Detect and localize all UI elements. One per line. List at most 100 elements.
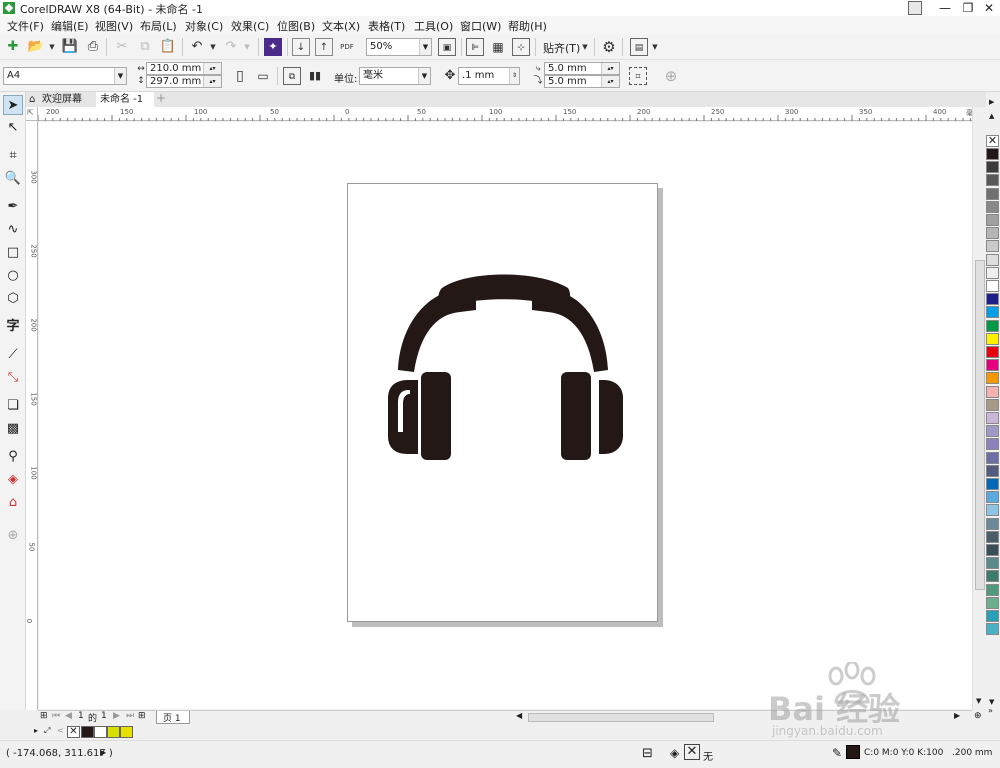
spin-arrows-icon[interactable]: ▴▾: [601, 76, 619, 87]
paper-size-select[interactable]: A4 ▼: [3, 67, 127, 85]
show-rulers-icon[interactable]: ⊫: [466, 38, 484, 56]
palette-swatch[interactable]: [986, 517, 999, 530]
options-gear-icon[interactable]: ⚙: [600, 38, 618, 56]
palette-swatch[interactable]: [986, 240, 999, 253]
menu-help[interactable]: 帮助(H): [508, 18, 547, 34]
palette-swatch[interactable]: [986, 478, 999, 490]
units-select[interactable]: 毫米 ▼: [359, 67, 431, 85]
show-guidelines-icon[interactable]: ⊹: [512, 38, 530, 56]
tab-document[interactable]: 未命名 -1: [96, 92, 154, 107]
launcher-dropdown-icon[interactable]: ▼: [646, 38, 664, 56]
account-icon[interactable]: [908, 1, 922, 15]
text-tool-icon[interactable]: 字: [3, 317, 23, 337]
vertical-scrollbar[interactable]: ▼: [972, 107, 986, 710]
polygon-tool-icon[interactable]: ⬡: [3, 289, 23, 309]
undo-dropdown-icon[interactable]: ▼: [204, 38, 222, 56]
outline-pen-icon[interactable]: ✎: [832, 746, 842, 760]
vertical-ruler[interactable]: 300 250 200 150 100 50 0: [25, 121, 38, 710]
menu-text[interactable]: 文本(X): [322, 18, 360, 34]
palette-swatch[interactable]: [986, 187, 999, 200]
print-icon[interactable]: ⎙: [84, 38, 102, 56]
menu-object[interactable]: 对象(C): [185, 18, 223, 34]
spin-arrows-icon[interactable]: ▴▾: [601, 63, 619, 74]
no-color-swatch[interactable]: ✕: [986, 135, 999, 147]
full-screen-icon[interactable]: ▣: [438, 38, 456, 56]
page-width-input[interactable]: 210.0 mm ▴▾: [146, 62, 222, 75]
horizontal-ruler[interactable]: 200 150 100 50 0 50 100 150 200 250 300 …: [38, 107, 986, 121]
palette-swatch[interactable]: [986, 530, 999, 543]
document-page[interactable]: [347, 183, 658, 622]
interactive-fill-tool-icon[interactable]: ◈: [3, 470, 23, 490]
palette-swatch[interactable]: [986, 596, 999, 609]
shape-tool-icon[interactable]: ↖: [3, 118, 23, 138]
spin-arrows-icon[interactable]: ▴▾: [203, 76, 221, 87]
add-page-after-icon[interactable]: ⊞: [138, 711, 146, 721]
palette-scroll-up-icon[interactable]: ▶: [989, 98, 994, 106]
palette-swatch[interactable]: [986, 398, 999, 411]
add-page-before-icon[interactable]: ⊞: [40, 711, 48, 721]
palette-swatch[interactable]: [986, 359, 999, 372]
docpal-scroll-icon[interactable]: <: [57, 726, 64, 735]
palette-swatch[interactable]: [986, 464, 999, 477]
palette-scroll-down-icon[interactable]: ▼: [989, 698, 994, 706]
fill-none-swatch-icon[interactable]: ✕: [684, 744, 700, 760]
crop-tool-icon[interactable]: ⌗: [3, 146, 23, 166]
parallel-dimension-tool-icon[interactable]: ⟋: [3, 345, 23, 365]
document-palette-swatch[interactable]: [107, 726, 120, 738]
freehand-tool-icon[interactable]: ✒: [3, 197, 23, 217]
all-pages-icon[interactable]: ⧉: [283, 67, 301, 85]
menu-file[interactable]: 文件(F): [7, 18, 44, 34]
palette-swatch[interactable]: [986, 385, 999, 398]
next-page-icon[interactable]: ▶: [113, 711, 120, 721]
new-document-icon[interactable]: ✚: [4, 38, 22, 56]
palette-swatch[interactable]: [986, 372, 999, 385]
palette-swatch[interactable]: [986, 346, 999, 358]
palette-swatch[interactable]: [986, 293, 999, 306]
rectangle-tool-icon[interactable]: □: [3, 243, 23, 263]
search-content-icon[interactable]: ✦: [264, 38, 282, 56]
menu-edit[interactable]: 编辑(E): [51, 18, 89, 34]
artistic-media-tool-icon[interactable]: ∿: [3, 220, 23, 240]
save-icon[interactable]: 💾: [61, 38, 79, 56]
pick-tool-icon[interactable]: ➤: [3, 95, 23, 115]
palette-swatch[interactable]: [986, 253, 999, 266]
current-page-icon[interactable]: ▮▮: [306, 67, 324, 85]
headphones-drawing[interactable]: [348, 184, 659, 623]
palette-swatch[interactable]: [986, 438, 999, 451]
palette-swatch[interactable]: [986, 227, 999, 240]
smart-fill-tool-icon[interactable]: ⌂: [3, 493, 23, 513]
menu-view[interactable]: 视图(V): [95, 18, 133, 34]
snap-dropdown-icon[interactable]: ▼: [576, 38, 594, 56]
menu-table[interactable]: 表格(T): [368, 18, 405, 34]
outline-color-swatch[interactable]: [846, 745, 860, 759]
palette-swatch[interactable]: [986, 570, 999, 583]
document-palette-swatch[interactable]: [81, 726, 94, 738]
nudge-distance-input[interactable]: .1 mm ⇕: [458, 67, 520, 85]
palette-swatch[interactable]: [986, 319, 999, 332]
transparency-tool-icon[interactable]: ▩: [3, 419, 23, 439]
palette-swatch[interactable]: [986, 544, 999, 556]
open-dropdown-icon[interactable]: ▼: [43, 38, 61, 56]
no-color-swatch[interactable]: ✕: [67, 726, 80, 738]
palette-swatch[interactable]: [986, 451, 999, 464]
palette-flyout-icon[interactable]: »: [988, 706, 993, 715]
palette-swatch[interactable]: [986, 266, 999, 279]
palette-swatch[interactable]: [986, 491, 999, 504]
scroll-down-icon[interactable]: ▼: [976, 697, 981, 705]
portrait-icon[interactable]: ▯: [231, 67, 249, 85]
add-toolbar-icon[interactable]: ⊕: [662, 67, 680, 85]
palette-swatch[interactable]: [986, 583, 999, 596]
palette-swatch[interactable]: [986, 280, 999, 292]
palette-swatch[interactable]: [986, 200, 999, 213]
page-tab-1[interactable]: 页 1: [156, 711, 190, 724]
document-palette-swatch[interactable]: [94, 726, 107, 738]
last-page-icon[interactable]: ⏭: [126, 711, 134, 721]
export-icon[interactable]: ↑: [315, 38, 333, 56]
eyedropper-docpal-icon[interactable]: ⤢: [44, 726, 50, 736]
color-proofing-icon[interactable]: ⊟: [642, 746, 653, 761]
publish-pdf-icon[interactable]: PDF: [338, 38, 356, 56]
spin-arrows-icon[interactable]: ⇕: [509, 68, 519, 84]
status-expand-icon[interactable]: ▶: [100, 748, 106, 757]
palette-swatch[interactable]: [986, 161, 999, 174]
page-height-input[interactable]: 297.0 mm ▴▾: [146, 75, 222, 88]
